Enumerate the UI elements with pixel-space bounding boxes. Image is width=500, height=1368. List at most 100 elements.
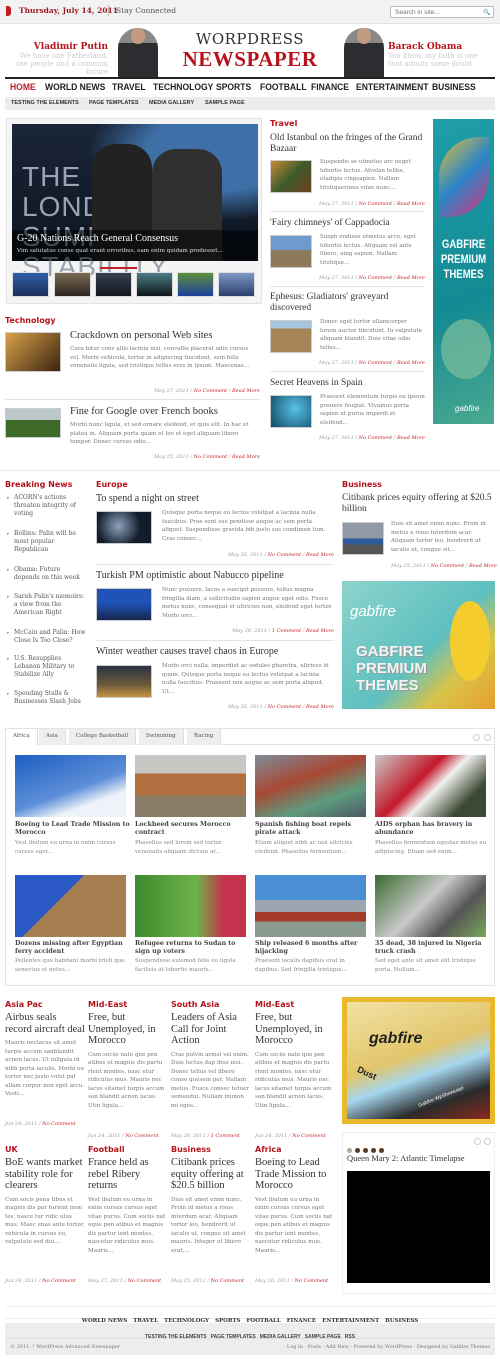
column-category[interactable]: South Asia	[171, 1000, 251, 1009]
post-thumb[interactable]	[270, 160, 312, 193]
nav-football[interactable]: FOOTBALL	[260, 82, 307, 93]
prev-icon[interactable]	[474, 1138, 481, 1145]
comments-link[interactable]: 1 Comment	[211, 1133, 240, 1139]
comments-link[interactable]: No Comment	[42, 1121, 75, 1127]
post-title[interactable]: Boeing to Lead Trade Mission to Morocco	[255, 1157, 335, 1192]
post-title[interactable]: Winter weather causes travel chaos in Eu…	[96, 646, 278, 657]
post-thumb[interactable]	[96, 665, 152, 698]
post-thumb[interactable]	[270, 235, 312, 268]
post-thumb[interactable]	[5, 408, 61, 438]
section-label-travel[interactable]: Travel	[270, 119, 297, 128]
slide-thumb[interactable]	[136, 272, 173, 297]
post-thumb[interactable]	[270, 320, 312, 353]
ad-square[interactable]: gabfire GABFIRE PREMIUM THEMES	[342, 581, 495, 709]
post-title[interactable]: BoE wants market stability role for clea…	[5, 1157, 85, 1192]
ad-banner-bottom[interactable]: gabfire Dust Gabfire WpShowcase	[342, 997, 495, 1124]
post-title[interactable]: Crackdown on personal Web sites	[70, 330, 212, 341]
quote-author[interactable]: Vladimir Putin	[8, 42, 108, 52]
comments-link[interactable]: No Comment	[359, 201, 392, 207]
gallery-title[interactable]: AIDS orphan has bravery in abundance	[375, 821, 490, 837]
comments-link[interactable]: No Comment	[295, 1278, 328, 1284]
slide-thumb[interactable]	[177, 272, 214, 297]
post-thumb[interactable]	[96, 588, 152, 621]
tab-college-basketball[interactable]: College Basketball	[69, 729, 137, 745]
column-category[interactable]: Mid-East	[255, 1000, 335, 1009]
nav-sports[interactable]: SPORTS	[216, 82, 251, 93]
gallery-title[interactable]: Lockheed secures Morocco contract	[135, 821, 250, 837]
column-category[interactable]: UK	[5, 1145, 85, 1154]
comments-link[interactable]: No Comment	[125, 1133, 158, 1139]
breaking-item[interactable]: Sarah Palin's memoirs: a view from the A…	[7, 593, 87, 617]
read-more-link[interactable]: Read More	[397, 435, 425, 441]
breaking-item[interactable]: Spending Stalls & Businesses Slash Jobs	[7, 690, 87, 706]
quote-author[interactable]: Barack Obama	[388, 42, 488, 52]
gallery-title[interactable]: Spanish fishing boat repels pirate attac…	[255, 821, 370, 837]
comments-link[interactable]: No Comment	[431, 563, 464, 569]
post-thumb[interactable]	[270, 395, 312, 428]
next-icon[interactable]	[484, 1138, 491, 1145]
nav-world-news[interactable]: WORLD NEWS	[45, 82, 105, 93]
read-more-link[interactable]: Read More	[397, 360, 425, 366]
nav-entertainment[interactable]: ENTERTAINMENT	[356, 82, 429, 93]
post-title[interactable]: To spend a night on street	[96, 493, 199, 504]
gallery-image[interactable]	[15, 755, 126, 817]
post-title[interactable]: Ephesus: Gladiators' graveyard discovere…	[270, 292, 425, 314]
post-title[interactable]: Old Istanbul on the fringes of the Grand…	[270, 133, 425, 155]
nav-home[interactable]: HOME	[10, 82, 36, 93]
nav-business[interactable]: BUSINESS	[432, 82, 476, 93]
subnav-page-templates[interactable]: PAGE TEMPLATES	[89, 100, 139, 106]
comments-link[interactable]: 1 Comment	[272, 628, 301, 634]
read-more-link[interactable]: Read More	[306, 628, 334, 634]
post-thumb[interactable]	[342, 522, 384, 555]
gallery-image[interactable]	[135, 875, 246, 937]
footer-links[interactable]: Log in · Posts · Add New · Powered by Wo…	[287, 1344, 490, 1350]
tab-asia[interactable]: Asia	[39, 729, 66, 745]
column-category[interactable]: Mid-East	[88, 1000, 168, 1009]
slide-title[interactable]: G-20 Nations Reach General Consensus	[17, 233, 178, 244]
read-more-link[interactable]: Read More	[397, 275, 425, 281]
prev-icon[interactable]	[473, 734, 480, 741]
gallery-title[interactable]: Boeing to Lead Trade Mission to Morocco	[15, 821, 130, 837]
ad-skyscraper[interactable]: GABFIRE PREMIUM THEMES gabfire	[433, 119, 494, 424]
column-category[interactable]: Business	[171, 1145, 251, 1154]
column-category[interactable]: Asia Pac	[5, 1000, 85, 1009]
tab-swimming[interactable]: Swimming	[139, 729, 184, 745]
search-input[interactable]	[390, 6, 494, 18]
comments-link[interactable]: No Comment	[194, 454, 227, 460]
read-more-link[interactable]: Read More	[306, 704, 334, 710]
post-title[interactable]: Citibank prices equity offering at $20.5…	[342, 493, 497, 515]
comments-link[interactable]: No Comment	[292, 1133, 325, 1139]
read-more-link[interactable]: Read More	[469, 563, 497, 569]
post-title[interactable]: Free, but Unemployed, in Morocco	[255, 1012, 335, 1047]
comments-link[interactable]: No Comment	[359, 360, 392, 366]
video-player[interactable]	[347, 1171, 490, 1283]
comments-link[interactable]: No Comment	[268, 552, 301, 558]
search-icon[interactable]: 🔍	[483, 9, 490, 16]
post-thumb[interactable]	[5, 332, 61, 372]
gallery-image[interactable]	[15, 875, 126, 937]
post-title[interactable]: Leaders of Asia Call for Joint Action	[171, 1012, 251, 1047]
subnav-sample-page[interactable]: SAMPLE PAGE	[205, 100, 245, 106]
post-title[interactable]: Turkish PM optimistic about Nabucco pipe…	[96, 570, 284, 581]
gallery-image[interactable]	[135, 755, 246, 817]
section-label-europe[interactable]: Europe	[96, 480, 128, 489]
subnav-media-gallery[interactable]: MEDIA GALLERY	[149, 100, 194, 106]
breaking-item[interactable]: ACORN's actions threaten integrity of vo…	[7, 494, 87, 518]
post-title[interactable]: France held as rebel Ribery returns	[88, 1157, 168, 1192]
slide-thumb[interactable]	[95, 272, 132, 297]
post-thumb[interactable]	[96, 511, 152, 544]
subnav-testing[interactable]: TESTING THE ELEMENTS	[11, 100, 79, 106]
nav-finance[interactable]: FINANCE	[311, 82, 349, 93]
breaking-item[interactable]: U.S. Resupplies Lebanon Military to Stab…	[7, 655, 87, 679]
slide-thumb[interactable]	[12, 272, 49, 297]
comments-link[interactable]: No Comment	[268, 704, 301, 710]
tab-africa[interactable]: Africa	[6, 729, 38, 745]
comments-link[interactable]: No Comment	[359, 435, 392, 441]
video-title[interactable]: Queen Mary 2: Atlantic Timelapse	[347, 1153, 465, 1164]
gallery-image[interactable]	[255, 875, 366, 937]
read-more-link[interactable]: Read More	[232, 388, 260, 394]
column-category[interactable]: Football	[88, 1145, 168, 1154]
comments-link[interactable]: No Comment	[359, 275, 392, 281]
post-title[interactable]: 'Fairy chimneys' of Cappadocia	[270, 218, 425, 229]
tab-racing[interactable]: Racing	[187, 729, 222, 745]
